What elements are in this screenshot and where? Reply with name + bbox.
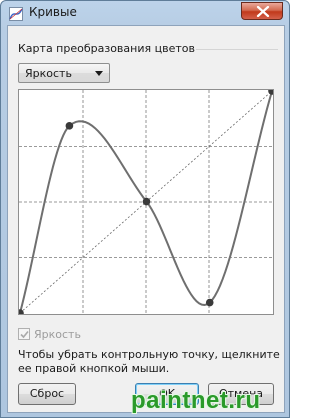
reset-button-label: Сброс <box>29 387 65 400</box>
control-point[interactable] <box>268 90 273 95</box>
curve-editor[interactable] <box>18 89 274 315</box>
curve-canvas[interactable] <box>19 90 273 314</box>
group-title: Карта преобразования цветов <box>18 42 195 55</box>
curves-app-icon <box>9 6 23 21</box>
control-point[interactable] <box>205 298 214 307</box>
close-button[interactable] <box>241 2 283 20</box>
chevron-down-icon <box>95 71 103 76</box>
hint-text: Чтобы убрать контрольную точку, щелкните… <box>18 348 280 375</box>
title-bar[interactable]: Кривые <box>1 1 289 25</box>
luminosity-checkbox[interactable] <box>18 328 30 340</box>
reset-button[interactable]: Сброс <box>18 383 76 405</box>
curves-dialog: Кривые Карта преобразования цветов Яркос… <box>0 0 290 418</box>
group-divider <box>196 49 278 50</box>
luminosity-checkbox-label: Яркость <box>34 328 81 341</box>
control-point[interactable] <box>65 122 74 130</box>
mode-dropdown[interactable]: Яркость <box>18 63 110 83</box>
checkmark-icon <box>20 330 29 339</box>
dialog-client-area: Карта преобразования цветов Яркость Ярко… <box>7 25 285 413</box>
control-point[interactable] <box>142 197 151 206</box>
mode-dropdown-value: Яркость <box>25 67 72 80</box>
close-icon <box>256 6 270 17</box>
watermark-text: paintnet.ru <box>131 387 261 414</box>
window-title: Кривые <box>29 5 77 19</box>
